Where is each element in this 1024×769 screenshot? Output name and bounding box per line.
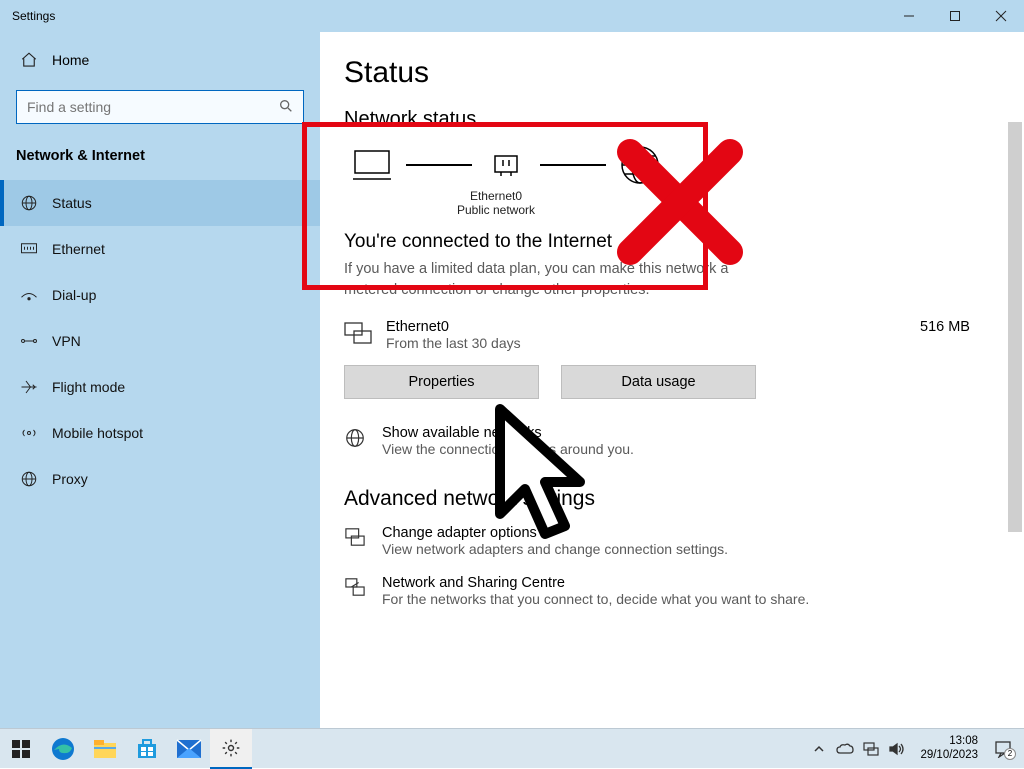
link-sub: For the networks that you connect to, de… xyxy=(382,591,809,607)
connection-name: Ethernet0 xyxy=(386,319,920,335)
network-diagram xyxy=(348,145,1000,185)
sidebar-item-label: Status xyxy=(52,195,92,211)
start-button[interactable] xyxy=(0,729,42,769)
globe-icon xyxy=(20,194,38,212)
tray-onedrive-icon[interactable] xyxy=(836,740,854,758)
file-explorer-icon[interactable] xyxy=(84,729,126,769)
internet-globe-icon xyxy=(616,145,664,185)
hotspot-icon xyxy=(20,425,38,441)
ethernet-icon xyxy=(20,242,38,256)
sidebar-item-proxy[interactable]: Proxy xyxy=(0,456,320,502)
edge-icon[interactable] xyxy=(42,729,84,769)
link-title: Change adapter options xyxy=(382,525,728,541)
proxy-icon xyxy=(20,470,38,488)
airplane-icon xyxy=(20,378,38,396)
sidebar-item-status[interactable]: Status xyxy=(0,180,320,226)
window-title: Settings xyxy=(0,9,55,23)
home-nav[interactable]: Home xyxy=(0,40,320,80)
home-icon xyxy=(20,51,38,69)
search-input[interactable] xyxy=(16,90,304,124)
sidebar-item-label: Dial-up xyxy=(52,287,96,303)
advanced-heading: Advanced network settings xyxy=(344,487,1000,511)
adapter-options-icon xyxy=(344,527,368,547)
show-available-networks[interactable]: Show available networks View the connect… xyxy=(344,425,1000,457)
tray-chevron-icon[interactable] xyxy=(810,740,828,758)
sidebar-item-vpn[interactable]: VPN xyxy=(0,318,320,364)
taskbar: 13:08 29/10/2023 2 xyxy=(0,728,1024,768)
link-sub: View the connection options around you. xyxy=(382,441,634,457)
sharing-icon xyxy=(344,577,368,597)
connection-period: From the last 30 days xyxy=(386,335,920,351)
titlebar: Settings xyxy=(0,0,1024,32)
clock-date: 29/10/2023 xyxy=(920,749,978,762)
tray-volume-icon[interactable] xyxy=(888,740,906,758)
maximize-button[interactable] xyxy=(932,0,978,32)
link-title: Network and Sharing Centre xyxy=(382,575,809,591)
sidebar-item-hotspot[interactable]: Mobile hotspot xyxy=(0,410,320,456)
change-adapter-options[interactable]: Change adapter options View network adap… xyxy=(344,525,1000,557)
properties-button[interactable]: Properties xyxy=(344,365,539,399)
adapter-icon xyxy=(482,145,530,185)
sidebar-item-ethernet[interactable]: Ethernet xyxy=(0,226,320,272)
search-icon xyxy=(278,98,294,114)
page-title: Status xyxy=(344,56,1000,90)
home-label: Home xyxy=(52,52,89,68)
sidebar-item-label: Proxy xyxy=(52,471,88,487)
sidebar-item-label: Ethernet xyxy=(52,241,105,257)
network-sharing-centre[interactable]: Network and Sharing Centre For the netwo… xyxy=(344,575,1000,607)
adapter-name: Ethernet0 xyxy=(436,189,556,203)
store-icon[interactable] xyxy=(126,729,168,769)
tray-network-icon[interactable] xyxy=(862,740,880,758)
sidebar-item-label: Mobile hotspot xyxy=(52,425,143,441)
link-title: Show available networks xyxy=(382,425,634,441)
main-content: Status Network status Ether xyxy=(320,32,1024,728)
minimize-button[interactable] xyxy=(886,0,932,32)
globe-icon xyxy=(344,427,368,449)
taskbar-clock[interactable]: 13:08 29/10/2023 xyxy=(914,735,984,761)
sidebar-item-label: VPN xyxy=(52,333,81,349)
settings-taskbar-icon[interactable] xyxy=(210,729,252,769)
sidebar: Home Network & Internet Status Ether xyxy=(0,32,320,728)
data-usage-button[interactable]: Data usage xyxy=(561,365,756,399)
computer-icon xyxy=(348,145,396,185)
dialup-icon xyxy=(20,288,38,302)
diagram-label: Ethernet0 Public network xyxy=(436,189,556,217)
scrollbar[interactable] xyxy=(1008,122,1022,532)
connection-usage: 516 MB xyxy=(920,319,1000,335)
sidebar-item-flightmode[interactable]: Flight mode xyxy=(0,364,320,410)
action-center-icon[interactable]: 2 xyxy=(992,740,1014,758)
clock-time: 13:08 xyxy=(920,735,978,748)
connected-subtext: If you have a limited data plan, you can… xyxy=(344,259,754,301)
sidebar-item-label: Flight mode xyxy=(52,379,125,395)
connected-heading: You're connected to the Internet xyxy=(344,231,1000,253)
connection-icon xyxy=(344,321,376,345)
network-status-heading: Network status xyxy=(344,108,1000,131)
close-button[interactable] xyxy=(978,0,1024,32)
link-sub: View network adapters and change connect… xyxy=(382,541,728,557)
vpn-icon xyxy=(20,334,38,348)
mail-icon[interactable] xyxy=(168,729,210,769)
sidebar-section-header: Network & Internet xyxy=(0,138,320,180)
sidebar-item-dialup[interactable]: Dial-up xyxy=(0,272,320,318)
network-type: Public network xyxy=(436,203,556,217)
